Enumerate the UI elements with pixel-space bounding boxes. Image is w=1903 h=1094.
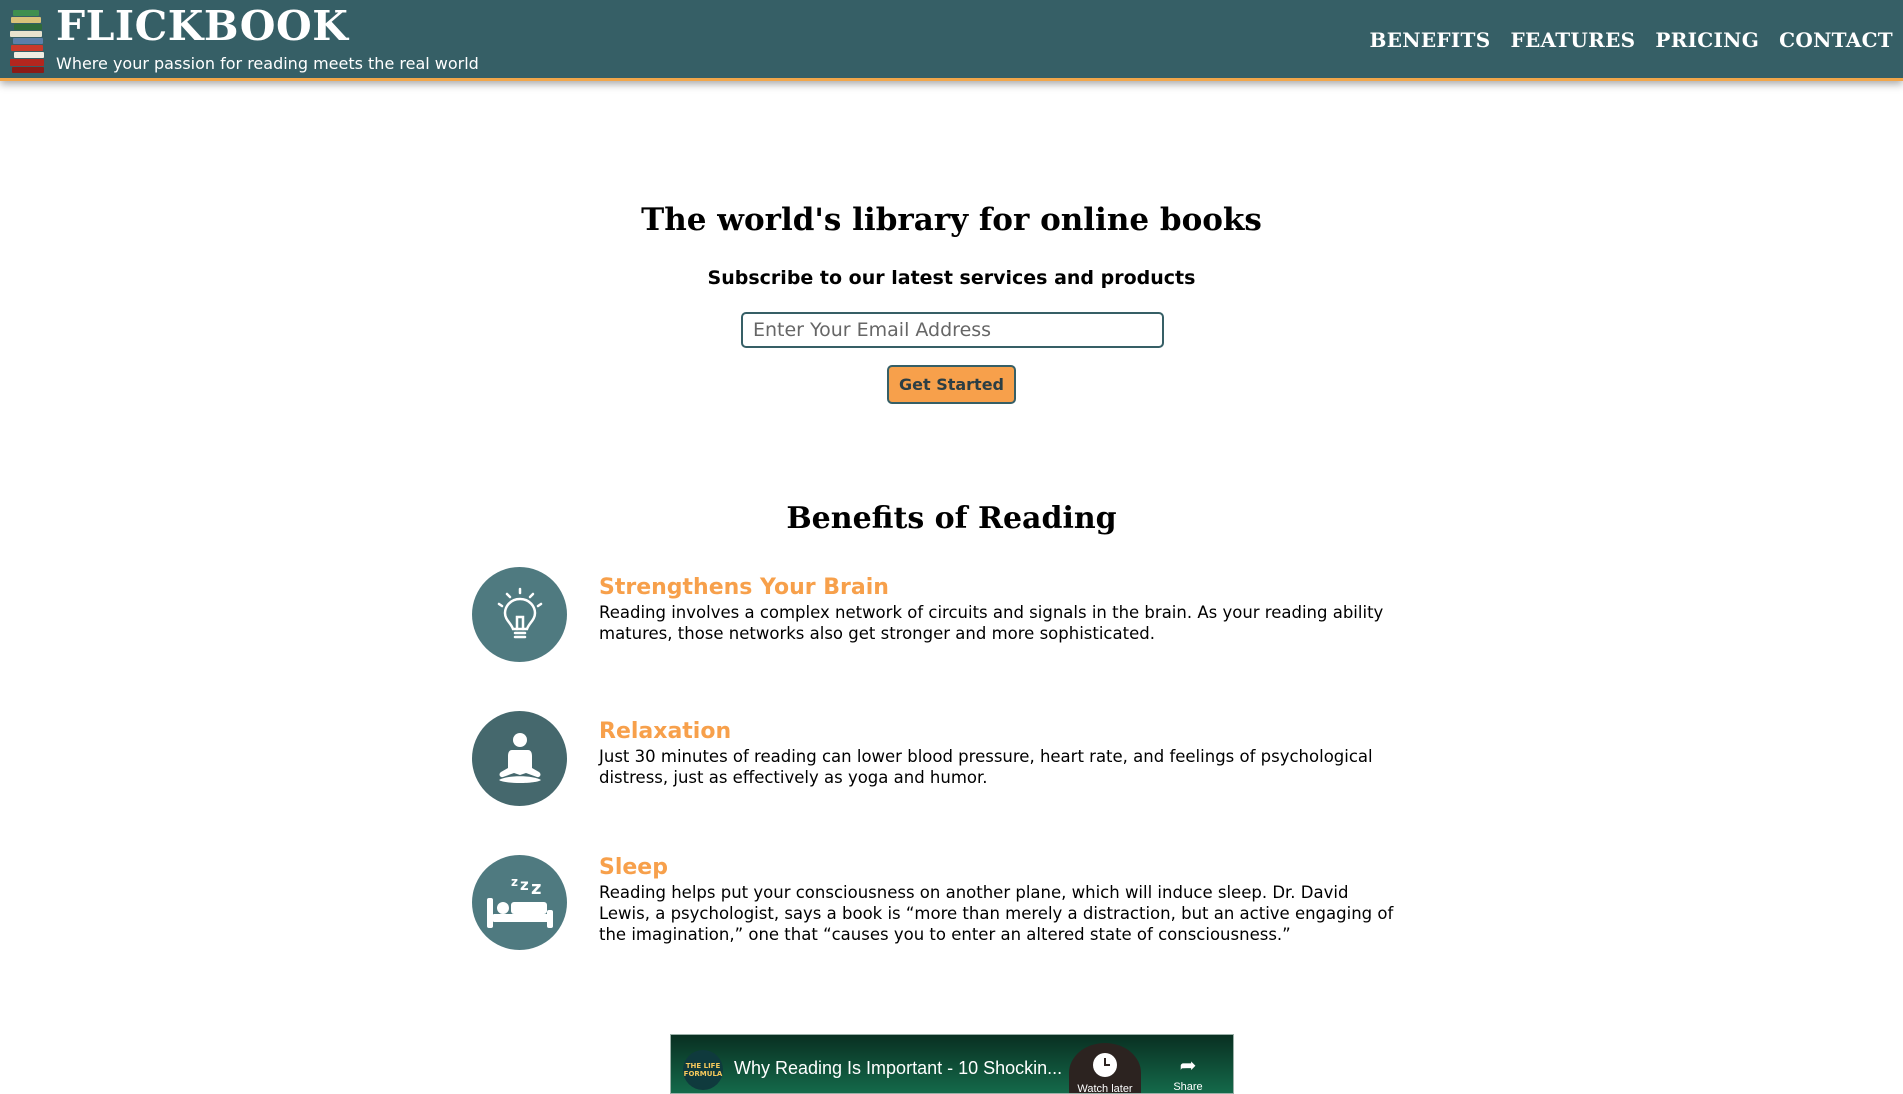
watch-later-label: Watch later bbox=[1077, 1083, 1133, 1094]
benefit-description: Just 30 minutes of reading can lower blo… bbox=[599, 747, 1373, 787]
sleep-icon: z z z bbox=[472, 855, 567, 950]
nav-link-pricing[interactable]: PRICING bbox=[1655, 28, 1759, 52]
watch-later-button[interactable]: Watch later bbox=[1069, 1043, 1141, 1094]
hero-subtitle: Subscribe to our latest services and pro… bbox=[707, 267, 1196, 289]
benefit-heading: Relaxation bbox=[599, 719, 732, 744]
benefit-heading: Strengthens Your Brain bbox=[599, 575, 889, 600]
channel-avatar[interactable]: THE LIFE FORMULA bbox=[683, 1050, 723, 1090]
share-button[interactable]: ➦ Share bbox=[1163, 1055, 1213, 1093]
book-stack-logo-icon[interactable] bbox=[9, 8, 47, 74]
benefits-title: Benefits of Reading bbox=[786, 501, 1117, 536]
svg-text:z: z bbox=[531, 878, 541, 899]
benefit-text-block: Sleep Reading helps put your consciousne… bbox=[599, 855, 1399, 945]
video-embed[interactable]: THE LIFE FORMULA Why Reading Is Importan… bbox=[670, 1034, 1234, 1094]
benefit-heading: Sleep bbox=[599, 855, 668, 880]
svg-text:z: z bbox=[511, 875, 518, 889]
benefit-description: Reading helps put your consciousness on … bbox=[599, 883, 1394, 944]
email-input[interactable] bbox=[741, 312, 1164, 348]
benefit-text-block: Relaxation Just 30 minutes of reading ca… bbox=[599, 719, 1399, 788]
hero-title: The world's library for online books bbox=[641, 202, 1262, 238]
benefit-description: Reading involves a complex network of ci… bbox=[599, 603, 1384, 643]
brand-name[interactable]: FLICKBOOK bbox=[56, 2, 348, 50]
brand-tagline: Where your passion for reading meets the… bbox=[56, 54, 479, 73]
share-arrow-icon: ➦ bbox=[1179, 1053, 1197, 1077]
site-header: FLICKBOOK Where your passion for reading… bbox=[0, 0, 1903, 81]
nav-link-features[interactable]: FEATURES bbox=[1510, 28, 1635, 52]
meditation-icon bbox=[472, 711, 567, 806]
share-label: Share bbox=[1173, 1081, 1203, 1093]
get-started-button[interactable]: Get Started bbox=[887, 365, 1016, 404]
nav-link-benefits[interactable]: BENEFITS bbox=[1370, 28, 1491, 52]
main-nav: BENEFITS FEATURES PRICING CONTACT bbox=[1370, 28, 1893, 52]
clock-icon bbox=[1093, 1053, 1117, 1077]
lightbulb-icon bbox=[472, 567, 567, 662]
video-title[interactable]: Why Reading Is Important - 10 Shockin... bbox=[734, 1058, 1062, 1079]
nav-link-contact[interactable]: CONTACT bbox=[1779, 28, 1893, 52]
benefit-text-block: Strengthens Your Brain Reading involves … bbox=[599, 575, 1399, 644]
svg-text:z: z bbox=[520, 876, 529, 894]
